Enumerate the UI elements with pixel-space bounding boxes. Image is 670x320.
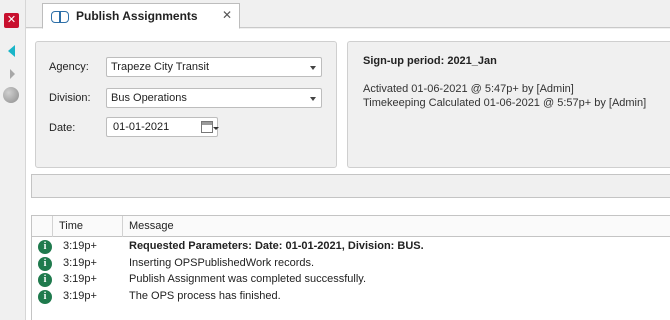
tab-publish-assignments[interactable]: Publish Assignments ✕ bbox=[42, 3, 240, 29]
arrow-left-icon[interactable] bbox=[8, 45, 15, 57]
division-value: Bus Operations bbox=[111, 92, 187, 104]
activated-info: Activated 01-06-2021 @ 5:47p+ by [Admin] bbox=[363, 83, 574, 95]
close-icon[interactable]: ✕ bbox=[4, 13, 19, 28]
book-icon bbox=[51, 10, 69, 23]
time-cell: 3:19p+ bbox=[63, 256, 97, 269]
signup-period-title: Sign-up period: 2021_Jan bbox=[363, 55, 497, 67]
calendar-dropdown-icon[interactable] bbox=[213, 127, 219, 130]
tab-label: Publish Assignments bbox=[76, 9, 198, 23]
chevron-down-icon bbox=[310, 97, 316, 101]
table-row[interactable]: i 3:19p+ The OPS process has finished. bbox=[32, 289, 670, 306]
info-icon: i bbox=[38, 256, 52, 271]
icon-column-header[interactable] bbox=[32, 216, 52, 237]
date-label: Date: bbox=[49, 122, 76, 134]
division-select[interactable]: Bus Operations bbox=[106, 88, 322, 108]
signup-panel: Sign-up period: 2021_Jan Activated 01-06… bbox=[347, 41, 670, 168]
timekeeping-info: Timekeeping Calculated 01-06-2021 @ 5:57… bbox=[363, 97, 647, 109]
grid-header: Time Message bbox=[32, 215, 670, 237]
table-row[interactable]: i 3:19p+ Inserting OPSPublishedWork reco… bbox=[32, 256, 670, 273]
info-icon: i bbox=[38, 240, 52, 254]
parameters-panel: Agency: Trapeze City Transit Division: B… bbox=[35, 41, 337, 168]
table-row[interactable]: i 3:19p+ Publish Assignment was complete… bbox=[32, 272, 670, 289]
table-row[interactable]: i 3:19p+ Requested Parameters: Date: 01-… bbox=[32, 239, 670, 256]
tab-close-icon[interactable]: ✕ bbox=[222, 8, 232, 22]
message-cell: Publish Assignment was completed success… bbox=[129, 273, 367, 285]
info-icon: i bbox=[38, 273, 52, 287]
time-cell: 3:19p+ bbox=[63, 273, 97, 285]
date-value: 01-01-2021 bbox=[113, 121, 170, 133]
publish-assignments-window: ✕ Publish Assignments ✕ Agency: Trapeze … bbox=[0, 0, 670, 320]
message-cell: Requested Parameters: Date: 01-01-2021, … bbox=[129, 240, 424, 252]
agency-value: Trapeze City Transit bbox=[111, 61, 210, 73]
message-column-header[interactable]: Message bbox=[122, 216, 670, 237]
globe-icon[interactable] bbox=[3, 87, 19, 103]
time-cell: 3:19p+ bbox=[63, 240, 97, 252]
chevron-down-icon bbox=[310, 66, 316, 70]
arrow-right-icon[interactable] bbox=[10, 69, 15, 79]
log-rows: i 3:19p+ Requested Parameters: Date: 01-… bbox=[32, 239, 670, 305]
time-column-header[interactable]: Time bbox=[52, 216, 122, 237]
message-cell: The OPS process has finished. bbox=[129, 289, 281, 302]
main-content: Agency: Trapeze City Transit Division: B… bbox=[26, 29, 670, 320]
info-icon: i bbox=[38, 289, 52, 304]
date-field[interactable]: 01-01-2021 bbox=[106, 117, 219, 137]
progress-strip bbox=[31, 174, 670, 198]
calendar-icon[interactable] bbox=[201, 121, 213, 133]
division-label: Division: bbox=[49, 92, 91, 104]
time-cell: 3:19p+ bbox=[63, 289, 97, 302]
agency-select[interactable]: Trapeze City Transit bbox=[106, 57, 322, 77]
log-grid: Time Message i 3:19p+ Requested Paramete… bbox=[31, 215, 670, 320]
message-cell: Inserting OPSPublishedWork records. bbox=[129, 256, 315, 269]
left-toolbar: ✕ bbox=[0, 0, 26, 320]
agency-label: Agency: bbox=[49, 61, 89, 73]
tab-bar: Publish Assignments ✕ bbox=[26, 0, 670, 29]
